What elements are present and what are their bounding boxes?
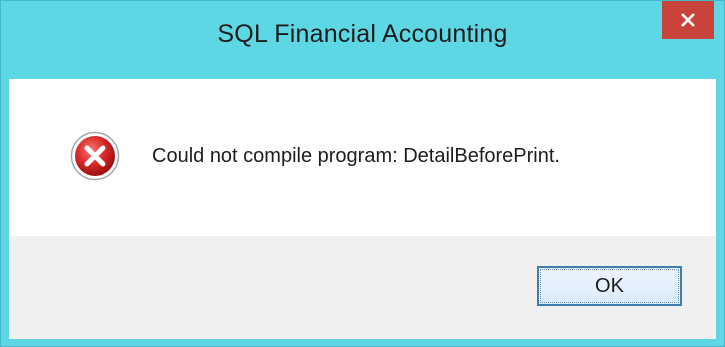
- window-title: SQL Financial Accounting: [217, 20, 508, 48]
- error-message: Could not compile program: DetailBeforeP…: [152, 145, 560, 167]
- error-icon: [70, 131, 120, 181]
- message-area: Could not compile program: DetailBeforeP…: [9, 79, 716, 236]
- message-dialog: SQL Financial Accounting Could not compi…: [0, 0, 725, 347]
- dialog-body: Could not compile program: DetailBeforeP…: [9, 79, 716, 339]
- close-button[interactable]: [662, 1, 714, 39]
- title-bar[interactable]: SQL Financial Accounting: [1, 1, 724, 79]
- ok-button[interactable]: OK: [537, 266, 682, 306]
- ok-button-label: OK: [540, 269, 679, 303]
- close-icon: [681, 13, 695, 27]
- button-area: OK: [9, 236, 716, 339]
